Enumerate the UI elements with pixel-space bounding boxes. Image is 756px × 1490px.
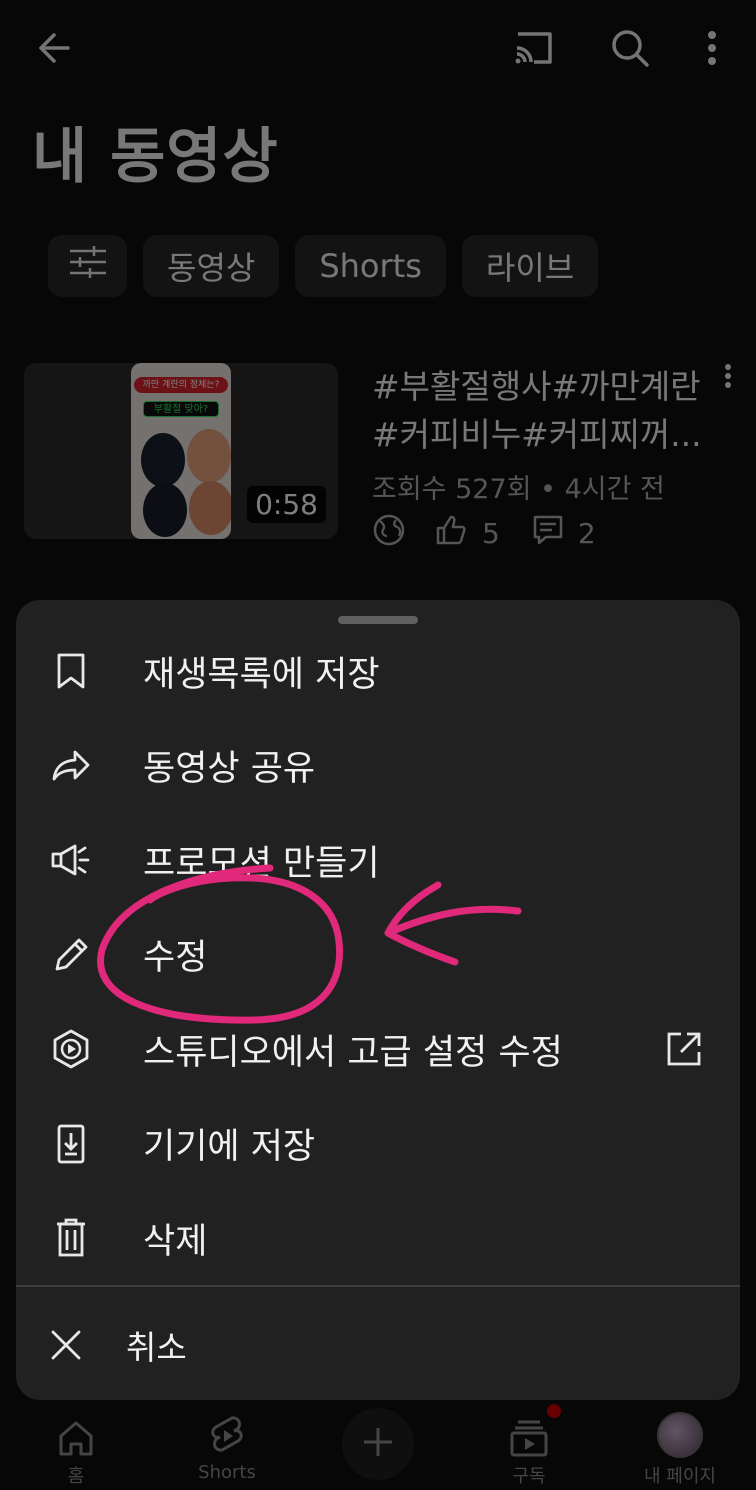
menu-item-save-to-device[interactable]: 기기에 저장 [16, 1097, 740, 1192]
trash-icon [50, 1217, 92, 1259]
cancel-button[interactable]: 취소 [16, 1300, 740, 1390]
menu-item-delete[interactable]: 삭제 [16, 1191, 740, 1286]
open-external-icon [664, 1029, 704, 1069]
menu-item-edit[interactable]: 수정 [16, 908, 740, 1003]
menu-item-create-promotion[interactable]: 프로모션 만들기 [16, 813, 740, 908]
bookmark-icon [50, 650, 92, 692]
download-device-icon [50, 1123, 92, 1165]
divider [16, 1285, 740, 1287]
action-menu: 재생목록에 저장 동영상 공유 프로모션 만들기 수정 스튜디오에서 고급 설정… [16, 624, 740, 1286]
menu-item-save-to-playlist[interactable]: 재생목록에 저장 [16, 624, 740, 719]
share-icon [50, 745, 92, 787]
app-screen: 내 동영상 동영상 Shorts 라이브 까만 계란의 정체는? 부활절 맞아?… [0, 0, 756, 1490]
menu-item-share[interactable]: 동영상 공유 [16, 719, 740, 814]
close-icon [46, 1325, 86, 1365]
menu-item-studio-advanced-edit[interactable]: 스튜디오에서 고급 설정 수정 [16, 1002, 740, 1097]
action-bottom-sheet: 재생목록에 저장 동영상 공유 프로모션 만들기 수정 스튜디오에서 고급 설정… [16, 600, 740, 1400]
pencil-icon [50, 934, 92, 976]
studio-icon [50, 1028, 92, 1070]
drag-handle[interactable] [338, 616, 418, 624]
megaphone-icon [50, 839, 92, 881]
